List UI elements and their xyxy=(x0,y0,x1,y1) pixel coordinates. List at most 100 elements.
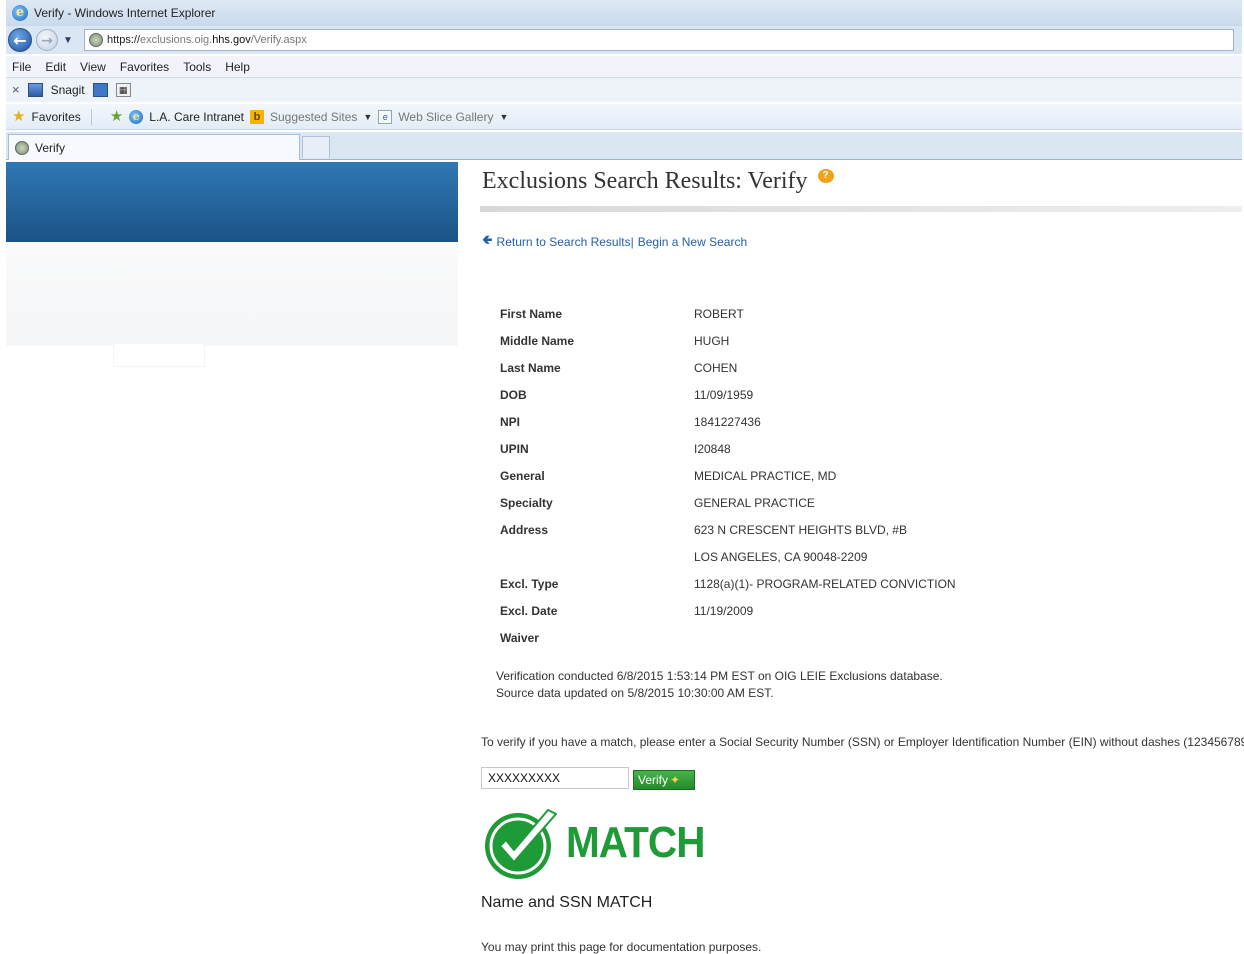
title-divider xyxy=(480,206,1242,212)
address-bar[interactable]: https://exclusions.oig.hhs.gov/Verify.as… xyxy=(84,29,1234,51)
field-value: 11/09/1959 xyxy=(694,387,754,402)
table-row: Specialty GENERAL PRACTICE xyxy=(500,489,1220,516)
table-row: UPIN I20848 xyxy=(500,435,1220,462)
page-title: Exclusions Search Results: Verify ? xyxy=(482,168,834,195)
field-label: UPIN xyxy=(500,441,529,456)
window-title: Verify - Windows Internet Explorer xyxy=(34,6,216,20)
left-panel xyxy=(6,242,458,346)
field-value: MEDICAL PRACTICE, MD xyxy=(694,468,837,483)
close-toolbar-icon[interactable]: × xyxy=(12,78,20,102)
field-label xyxy=(500,543,694,570)
chevron-down-icon[interactable]: ▼ xyxy=(499,104,508,130)
field-label: First Name xyxy=(500,306,563,321)
table-row: Excl. Date 11/19/2009 xyxy=(500,597,1220,624)
ssn-instructions: To verify if you have a match, please en… xyxy=(481,735,1244,749)
snagit-icon xyxy=(27,83,43,97)
match-label: MATCH xyxy=(566,818,705,867)
favorite-web-slice-gallery[interactable]: Web Slice Gallery xyxy=(398,104,493,130)
window-titlebar: e Verify - Windows Internet Explorer xyxy=(6,0,1242,26)
address-row: ← → ▼ https://exclusions.oig.hhs.gov/Ver… xyxy=(6,26,1242,54)
table-row: NPI 1841227436 xyxy=(500,408,1220,435)
menu-favorites[interactable]: Favorites xyxy=(120,56,169,77)
forward-button[interactable]: → xyxy=(36,29,58,51)
verification-info: Verification conducted 6/8/2015 1:53:14 … xyxy=(496,668,943,702)
menu-view[interactable]: View xyxy=(80,56,106,77)
capture-window-icon[interactable] xyxy=(92,83,108,97)
verify-button[interactable]: Verify ✦ xyxy=(633,770,695,790)
table-row: First Name ROBERT xyxy=(500,300,1220,327)
print-note: You may print this page for documentatio… xyxy=(481,940,762,954)
left-panel-box xyxy=(114,344,204,366)
field-value: 1841227436 xyxy=(694,414,761,429)
menu-bar: File Edit View Favorites Tools Help xyxy=(6,56,1242,78)
field-value: 1128(a)(1)- PROGRAM-RELATED CONVICTION xyxy=(694,576,956,591)
new-tab-button[interactable] xyxy=(302,136,330,158)
menu-tools[interactable]: Tools xyxy=(183,56,211,77)
url-scheme: https:// xyxy=(107,34,141,46)
url-host-prefix: exclusions.oig. xyxy=(140,34,213,46)
field-label: Waiver xyxy=(500,630,539,645)
table-row: Waiver xyxy=(500,624,1220,651)
menu-edit[interactable]: Edit xyxy=(45,56,66,77)
table-row: General MEDICAL PRACTICE, MD xyxy=(500,462,1220,489)
field-value: ROBERT xyxy=(694,306,744,321)
field-label: Specialty xyxy=(500,495,553,510)
table-row: Address 623 N CRESCENT HEIGHTS BLVD, #B xyxy=(500,516,1220,543)
favorite-la-care-intranet[interactable]: L.A. Care Intranet xyxy=(149,104,244,130)
capture-region-icon[interactable]: ▦ xyxy=(115,83,131,97)
field-value: 623 N CRESCENT HEIGHTS BLVD, #B xyxy=(694,522,907,537)
verification-conducted-text: Verification conducted 6/8/2015 1:53:14 … xyxy=(496,669,943,683)
favorites-separator xyxy=(90,108,92,125)
intranet-ie-icon: e xyxy=(129,109,144,124)
result-links: 🢀 Return to Search Results| Begin a New … xyxy=(482,231,747,253)
menu-help[interactable]: Help xyxy=(225,56,250,77)
field-value: GENERAL PRACTICE xyxy=(694,495,815,510)
field-value: COHEN xyxy=(694,360,738,375)
menu-file[interactable]: File xyxy=(12,56,31,77)
verify-sparkle-icon: ✦ xyxy=(670,773,681,787)
web-slice-icon: e xyxy=(378,109,393,124)
table-row: LOS ANGELES, CA 90048-2209 xyxy=(500,543,1220,570)
field-label: Excl. Type xyxy=(500,576,559,591)
snagit-button[interactable]: Snagit xyxy=(51,78,85,102)
return-to-results-link[interactable]: Return to Search Results| xyxy=(497,235,634,249)
field-value: HUGH xyxy=(694,333,730,348)
back-button[interactable]: ← xyxy=(8,28,32,52)
field-label: General xyxy=(500,468,545,483)
site-globe-icon xyxy=(89,33,103,47)
site-banner xyxy=(6,162,458,242)
tab-verify[interactable]: Verify xyxy=(8,134,300,160)
exclusion-details-table: First Name ROBERT Middle Name HUGH Last Na… xyxy=(500,300,1220,651)
back-arrow-icon: 🢀 xyxy=(482,232,493,247)
match-description: Name and SSN MATCH xyxy=(481,894,653,911)
field-label: Last Name xyxy=(500,360,561,375)
ssn-input[interactable] xyxy=(481,767,629,789)
field-label: NPI xyxy=(500,414,521,429)
field-label: Excl. Date xyxy=(500,603,558,618)
url-path: /Verify.aspx xyxy=(250,34,307,46)
verify-button-label: Verify xyxy=(638,773,669,787)
table-row: DOB 11/09/1959 xyxy=(500,381,1220,408)
tab-globe-icon xyxy=(15,140,29,155)
field-label: Middle Name xyxy=(500,333,575,348)
source-updated-text: Source data updated on 5/8/2015 10:30:00… xyxy=(496,686,774,700)
tab-label: Verify xyxy=(35,140,66,155)
add-favorite-icon[interactable]: ★ xyxy=(110,104,123,130)
field-value: 11/19/2009 xyxy=(694,603,754,618)
snagit-toolbar: × Snagit ▦ xyxy=(6,78,1242,102)
field-label: DOB xyxy=(500,387,527,402)
suggested-sites-icon: b xyxy=(249,109,264,124)
chevron-down-icon[interactable]: ▼ xyxy=(363,104,372,130)
ie-logo-icon: e xyxy=(12,5,28,21)
new-search-link[interactable]: Begin a New Search xyxy=(638,235,747,249)
favorites-button[interactable]: Favorites xyxy=(31,104,80,130)
url-host: hhs.gov xyxy=(212,34,251,46)
favorite-suggested-sites[interactable]: Suggested Sites xyxy=(270,104,357,130)
field-value: I20848 xyxy=(694,441,731,456)
table-row: Excl. Type 1128(a)(1)- PROGRAM-RELATED CO… xyxy=(500,570,1220,597)
recent-pages-dropdown[interactable]: ▼ xyxy=(62,35,74,46)
help-icon[interactable]: ? xyxy=(817,168,834,183)
field-label: Address xyxy=(500,522,549,537)
tab-strip: Verify xyxy=(6,132,1242,160)
field-value: LOS ANGELES, CA 90048-2209 xyxy=(694,549,868,564)
